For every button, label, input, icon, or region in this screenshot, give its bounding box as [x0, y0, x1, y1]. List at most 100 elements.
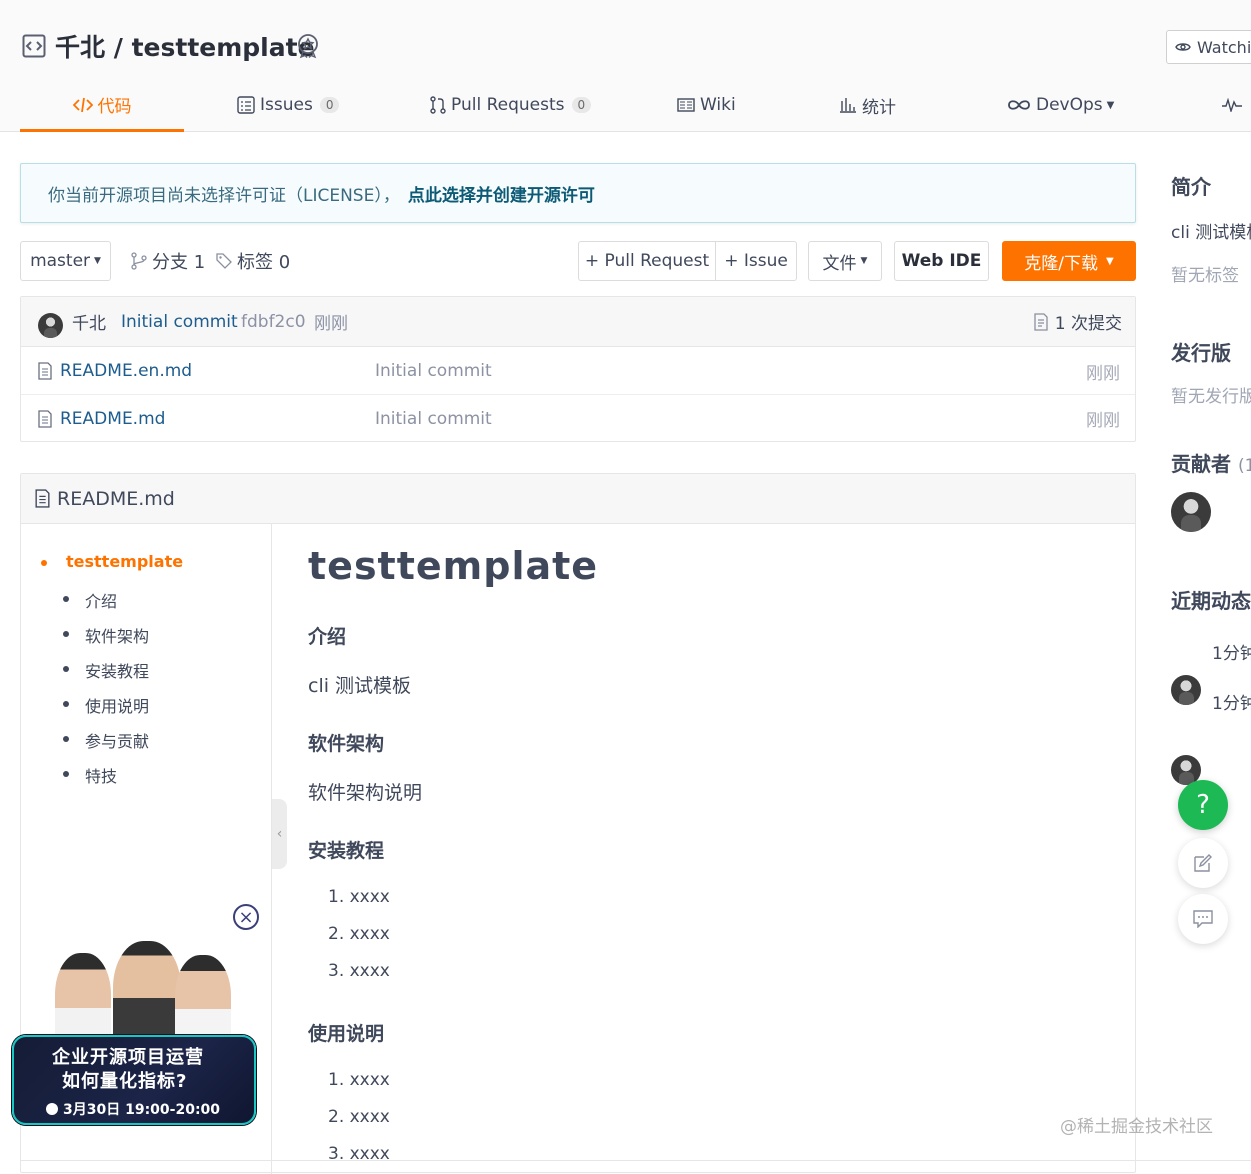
repo-title: 千北 / testtemplate: [55, 28, 315, 64]
repo-name-link[interactable]: testtemplate: [132, 33, 315, 62]
new-issue-button[interactable]: + Issue: [715, 241, 797, 281]
commit-count-label: 1 次提交: [1054, 314, 1122, 334]
toc-item[interactable]: 安装教程: [62, 658, 149, 682]
file-name: README.en.md: [60, 361, 193, 381]
list-item: 2. xxxx: [328, 924, 390, 944]
code-icon: [72, 97, 93, 112]
tab-pull-requests[interactable]: Pull Requests 0: [430, 80, 592, 130]
section-text: 软件架构说明: [308, 782, 423, 804]
toc-item[interactable]: 介绍: [62, 588, 117, 612]
watch-button[interactable]: Watchi: [1166, 30, 1251, 64]
toc-item[interactable]: testtemplate: [40, 552, 183, 571]
license-notice-text: 你当前开源项目尚未选择许可证（LICENSE），: [48, 185, 400, 206]
branch-selector[interactable]: master ▼: [20, 241, 111, 281]
repo-header: 千北 / testtemplate Watchi 代码 Issues 0 Pul…: [0, 0, 1251, 132]
tab-pull-requests-label: Pull Requests: [451, 95, 565, 115]
chevron-down-icon: ▼: [94, 256, 101, 266]
chevron-down-icon: ▼: [1106, 255, 1114, 267]
activity-time: 1分钟: [1212, 694, 1251, 714]
toc-item[interactable]: 参与贡献: [62, 728, 149, 752]
close-ad-button[interactable]: ×: [233, 904, 259, 930]
chat-button[interactable]: [1178, 894, 1228, 944]
file-commit-message[interactable]: Initial commit: [375, 409, 492, 429]
repository-icon: [22, 34, 46, 58]
file-icon: [35, 489, 50, 508]
clock-icon: [46, 1103, 58, 1115]
commit-count-link[interactable]: 1 次提交: [1034, 309, 1122, 334]
clone-download-button[interactable]: 克隆/下载 ▼: [1002, 241, 1136, 281]
commit-message-link[interactable]: Initial commit: [121, 312, 238, 332]
file-name-link[interactable]: README.en.md: [38, 361, 192, 381]
recommend-badge-icon[interactable]: [296, 33, 320, 59]
issues-count-badge: 0: [319, 97, 340, 113]
files-label: 文件: [822, 253, 857, 274]
avatar[interactable]: [1171, 675, 1201, 705]
ad-time: 3月30日 19:00-20:00: [46, 1099, 220, 1119]
tab-stats[interactable]: 统计: [839, 80, 896, 130]
avatar[interactable]: [1171, 492, 1211, 532]
commit-time: 刚刚: [314, 314, 348, 334]
close-icon: ×: [238, 906, 254, 928]
watermark: @稀土掘金技术社区: [1060, 1117, 1213, 1137]
tab-devops-label: DevOps: [1036, 95, 1103, 115]
toc-collapse-toggle[interactable]: ‹: [272, 799, 287, 869]
file-icon: [38, 362, 52, 380]
tab-devops[interactable]: DevOps ▼: [1007, 80, 1114, 130]
web-ide-button[interactable]: Web IDE: [894, 241, 989, 281]
tab-code[interactable]: 代码: [20, 80, 184, 132]
feedback-button[interactable]: [1178, 838, 1228, 888]
chat-icon: [1193, 910, 1213, 928]
tab-activity[interactable]: [1221, 80, 1248, 130]
avatar[interactable]: [38, 313, 63, 338]
help-button[interactable]: ?: [1178, 780, 1228, 830]
tab-wiki[interactable]: Wiki: [677, 80, 736, 130]
repo-title-separator: /: [113, 33, 123, 62]
new-pull-request-button[interactable]: + Pull Request: [578, 241, 716, 281]
file-row[interactable]: README.md Initial commit 刚刚: [21, 395, 1135, 442]
repo-owner-link[interactable]: 千北: [55, 33, 105, 62]
tab-issues-label: Issues: [260, 95, 313, 115]
tab-issues[interactable]: Issues 0: [237, 80, 340, 130]
watch-label: Watchi: [1197, 37, 1251, 57]
readme-header: README.md: [21, 474, 1135, 524]
toc-item[interactable]: 使用说明: [62, 693, 149, 717]
tags-link[interactable]: 标签 0: [216, 248, 290, 274]
list-item: 1. xxxx: [328, 887, 390, 907]
tab-code-label: 代码: [97, 97, 132, 117]
section-text: cli 测试模板: [308, 675, 412, 697]
readme-filename: README.md: [57, 487, 175, 510]
file-name-link[interactable]: README.md: [38, 409, 165, 429]
commit-hash[interactable]: fdbf2c0: [241, 312, 306, 332]
help-label: ?: [1196, 790, 1210, 820]
sidebar-intro-heading: 简介: [1171, 175, 1211, 199]
sidebar-intro-text: cli 测试模板: [1171, 223, 1251, 243]
file-row[interactable]: README.en.md Initial commit 刚刚: [21, 348, 1135, 395]
list-item: 3. xxxx: [328, 1144, 390, 1164]
toc-item[interactable]: 特技: [62, 763, 117, 787]
sidebar-contributors-heading: 贡献者 (1): [1171, 448, 1251, 477]
section-heading: 介绍: [308, 626, 347, 648]
sidebar-release-heading: 发行版: [1171, 341, 1231, 365]
file-commit-message[interactable]: Initial commit: [375, 361, 492, 381]
branch-name: master: [30, 251, 91, 271]
readme-title: testtemplate: [308, 544, 599, 588]
stats-icon: [840, 98, 856, 113]
issues-icon: [237, 96, 255, 114]
branches-link[interactable]: 分支 1: [131, 248, 205, 274]
list-item: 2. xxxx: [328, 1107, 390, 1127]
section-heading: 使用说明: [308, 1023, 385, 1045]
section-heading: 软件架构: [308, 733, 385, 755]
wiki-icon: [677, 98, 695, 112]
divider: [20, 1160, 1251, 1161]
speaker-photo: [113, 941, 181, 1045]
file-commit-time: 刚刚: [1086, 363, 1120, 384]
files-dropdown[interactable]: 文件 ▼: [808, 241, 882, 281]
commit-author[interactable]: 千北: [72, 309, 106, 334]
file-name: README.md: [60, 408, 166, 429]
toc-item[interactable]: 软件架构: [62, 623, 149, 647]
pull-requests-count-badge: 0: [571, 97, 592, 113]
create-license-link[interactable]: 点此选择并创建开源许可: [408, 181, 595, 206]
event-ad-banner[interactable]: 企业开源项目运营 如何量化指标? 3月30日 19:00-20:00: [10, 935, 258, 1130]
list-item: 3. xxxx: [328, 961, 390, 981]
file-commit-time: 刚刚: [1086, 411, 1120, 431]
